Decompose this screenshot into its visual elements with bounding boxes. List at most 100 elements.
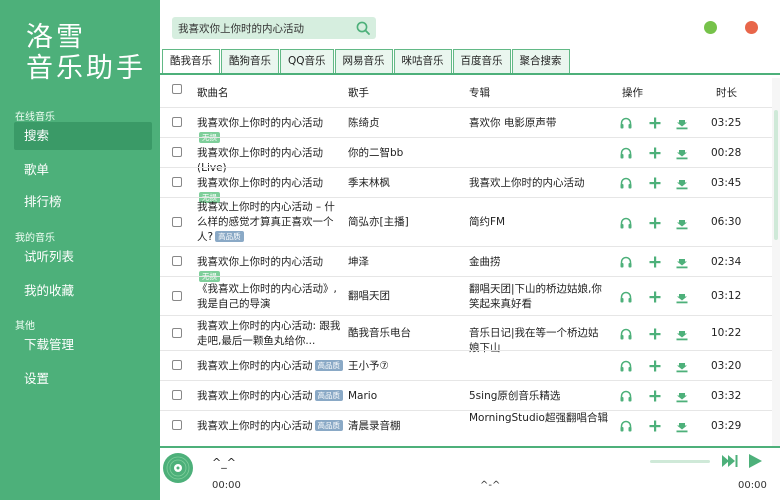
download-icon[interactable]: [675, 255, 689, 269]
download-icon[interactable]: [675, 116, 689, 130]
row-actions: [619, 389, 694, 405]
add-icon[interactable]: [648, 359, 662, 373]
song-title-text: 我喜欢上你时的内心活动: [197, 420, 313, 432]
table-row[interactable]: 我喜欢上你时的内心活动 – 什么样的感觉才算真正喜欢一个人? 高品质 简弘亦[主播]…: [160, 197, 772, 246]
row-checkbox[interactable]: [172, 390, 182, 400]
volume-slider[interactable]: [650, 460, 710, 463]
add-icon[interactable]: [648, 116, 662, 130]
row-actions: [619, 146, 694, 162]
listen-icon[interactable]: [619, 146, 633, 160]
disc-icon[interactable]: [162, 452, 194, 484]
search-icon[interactable]: [355, 20, 371, 36]
listen-icon[interactable]: [619, 389, 633, 403]
listen-icon[interactable]: [619, 290, 633, 304]
download-icon[interactable]: [675, 419, 689, 433]
download-icon[interactable]: [675, 146, 689, 160]
sidebar-item-ranking[interactable]: 排行榜: [14, 188, 152, 216]
player-current-time: 00:00: [212, 480, 241, 491]
add-icon[interactable]: [648, 146, 662, 160]
tabs-divider: [160, 73, 780, 75]
listen-icon[interactable]: [619, 216, 633, 230]
row-checkbox[interactable]: [172, 291, 182, 301]
source-tabs: 酷我音乐 酷狗音乐 QQ音乐 网易音乐 咪咕音乐 百度音乐 聚合搜索: [162, 49, 571, 73]
table-row[interactable]: 我喜欢你上你时的内心活动无损 陈绮贞 喜欢你 电影原声带 03:25: [160, 107, 772, 143]
song-duration: 03:29: [711, 420, 742, 432]
tab-netease[interactable]: 网易音乐: [334, 49, 393, 73]
tab-qq[interactable]: QQ音乐: [280, 49, 334, 73]
header-actions: 操作: [622, 87, 643, 99]
section-online-label: 在线音乐: [15, 112, 55, 123]
section-mine-label: 我的音乐: [15, 233, 55, 244]
row-checkbox[interactable]: [172, 217, 182, 227]
song-singer: 简弘亦[主播]: [348, 216, 409, 228]
table-row[interactable]: 我喜欢你上你时的内心活动(Live) 你的二智bb 00:28: [160, 137, 772, 174]
row-checkbox[interactable]: [172, 420, 182, 430]
sidebar-item-settings[interactable]: 设置: [14, 365, 152, 393]
tab-migu[interactable]: 咪咕音乐: [393, 49, 452, 73]
song-duration: 06:30: [711, 216, 742, 228]
listen-icon[interactable]: [619, 116, 633, 130]
close-button[interactable]: [745, 21, 758, 34]
add-icon[interactable]: [648, 176, 662, 190]
add-icon[interactable]: [648, 327, 662, 341]
row-checkbox[interactable]: [172, 117, 182, 127]
song-title-text: 我喜欢上你时的内心活动: [197, 360, 313, 372]
play-icon[interactable]: [748, 453, 763, 469]
add-icon[interactable]: [648, 290, 662, 304]
listen-icon[interactable]: [619, 255, 633, 269]
download-icon[interactable]: [675, 327, 689, 341]
header-title: 歌曲名: [197, 87, 229, 99]
song-title-text: 我喜欢你上你时的内心活动: [197, 177, 323, 189]
tab-kuwo[interactable]: 酷我音乐: [162, 49, 220, 73]
row-checkbox[interactable]: [172, 147, 182, 157]
sidebar: 洛雪 音乐助手 在线音乐 搜索 歌单 排行榜 我的音乐 试听列表 我的收藏 其他…: [0, 0, 160, 500]
download-icon[interactable]: [675, 359, 689, 373]
table-row[interactable]: 我喜欢你上你时的内心活动无损 坤泽 金曲捞 02:34: [160, 246, 772, 282]
minimize-button[interactable]: [704, 21, 717, 34]
tab-baidu[interactable]: 百度音乐: [452, 49, 511, 73]
sidebar-item-playlist[interactable]: 歌单: [14, 156, 152, 184]
add-icon[interactable]: [648, 255, 662, 269]
table-row[interactable]: 我喜欢上你时的内心活动: 跟我走吧,最后一颗鱼丸给你... 酷我音乐电台 音乐日记|…: [160, 315, 772, 354]
download-icon[interactable]: [675, 176, 689, 190]
song-title: 《我喜欢上你时的内心活动》,我是自己的导演: [197, 282, 345, 312]
sidebar-item-search[interactable]: 搜索: [14, 122, 152, 150]
row-actions: [619, 290, 694, 306]
listen-icon[interactable]: [619, 419, 633, 433]
sidebar-item-downloads[interactable]: 下载管理: [14, 331, 152, 359]
download-icon[interactable]: [675, 216, 689, 230]
app-logo: 洛雪 音乐助手: [26, 22, 146, 84]
row-checkbox[interactable]: [172, 256, 182, 266]
table-row[interactable]: 我喜欢上你时的内心活动 高品质 清晨录音棚 MorningStudio超强翻唱合辑 03…: [160, 410, 772, 440]
select-all-checkbox[interactable]: [172, 84, 182, 94]
table-row[interactable]: 我喜欢你上你时的内心活动无损 季末林枫 我喜欢上你时的内心活动 03:45: [160, 167, 772, 203]
row-checkbox[interactable]: [172, 177, 182, 187]
song-singer: 你的二智bb: [348, 147, 404, 159]
sidebar-item-favorites[interactable]: 我的收藏: [14, 277, 152, 305]
next-track-icon[interactable]: [722, 454, 738, 468]
song-album: MorningStudio超强翻唱合辑: [469, 412, 608, 424]
song-album: 金曲捞: [469, 256, 501, 268]
song-title: 我喜欢上你时的内心活动 – 什么样的感觉才算真正喜欢一个人? 高品质: [197, 200, 345, 245]
table-row[interactable]: 我喜欢上你时的内心活动 高品质 王小予⑦ 03:20: [160, 350, 772, 380]
scrollbar-thumb[interactable]: [774, 110, 778, 240]
tab-aggregate[interactable]: 聚合搜索: [511, 49, 570, 73]
row-checkbox[interactable]: [172, 360, 182, 370]
download-icon[interactable]: [675, 389, 689, 403]
listen-icon[interactable]: [619, 176, 633, 190]
download-icon[interactable]: [675, 290, 689, 304]
table-row[interactable]: 《我喜欢上你时的内心活动》,我是自己的导演 翻唱天团 翻唱天团|下山的桥边姑娘,你笑…: [160, 276, 772, 315]
search-input[interactable]: 我喜欢你上你时的内心活动: [172, 17, 376, 39]
table-row[interactable]: 我喜欢上你时的内心活动 高品质 Mario 5sing原创音乐精选 03:32: [160, 380, 772, 410]
song-title-text: 我喜欢你上你时的内心活动: [197, 256, 323, 268]
add-icon[interactable]: [648, 419, 662, 433]
add-icon[interactable]: [648, 389, 662, 403]
tab-kugou[interactable]: 酷狗音乐: [221, 49, 279, 73]
add-icon[interactable]: [648, 216, 662, 230]
header-singer: 歌手: [348, 87, 369, 99]
sidebar-item-trial-list[interactable]: 试听列表: [14, 243, 152, 271]
listen-icon[interactable]: [619, 327, 633, 341]
row-checkbox[interactable]: [172, 328, 182, 338]
song-singer: 清晨录音棚: [348, 420, 401, 432]
listen-icon[interactable]: [619, 359, 633, 373]
